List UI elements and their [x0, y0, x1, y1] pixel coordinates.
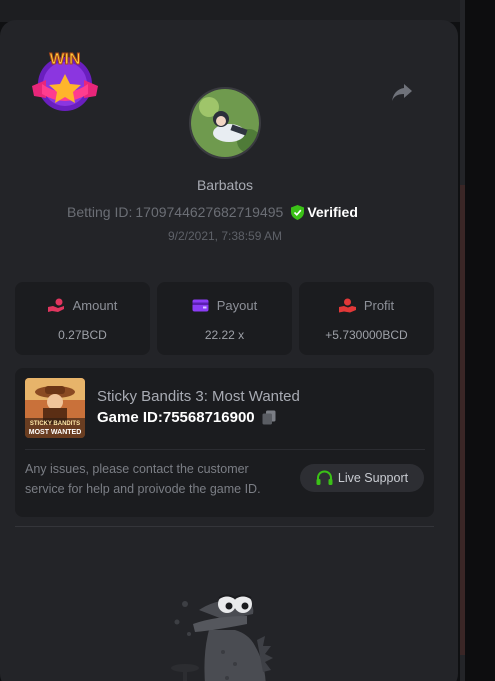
win-badge-icon: WIN [32, 51, 98, 111]
profit-stat: Profit +5.730000BCD [299, 282, 434, 355]
betting-id-row: Betting ID: 1709744627682719495 Verified [67, 203, 358, 221]
game-thumbnail[interactable]: STICKY BANDITS MOST WANTED [25, 378, 85, 438]
payout-label: Payout [216, 298, 258, 313]
username: Barbatos [196, 177, 254, 193]
profit-stat-header: Profit [299, 298, 434, 313]
profit-value: +5.730000BCD [325, 328, 408, 342]
game-id-value: 75568716900 [162, 409, 255, 426]
profit-hand-icon [338, 298, 356, 313]
verified-label: Verified [307, 204, 358, 220]
payout-value: 22.22 x [204, 328, 245, 342]
game-title[interactable]: Sticky Bandits 3: Most Wanted [97, 388, 300, 405]
bet-detail-panel: WIN Barbatos Betting ID: 170974462768271… [0, 20, 458, 681]
svg-text:MOST WANTED: MOST WANTED [29, 429, 82, 436]
section-divider [15, 526, 434, 527]
svg-text:STICKY BANDITS: STICKY BANDITS [30, 421, 80, 427]
game-id-row: Game ID: 75568716900 [97, 409, 276, 426]
payout-stat-header: Payout [157, 298, 292, 313]
wallet-icon [192, 299, 209, 312]
card-divider [25, 449, 425, 450]
payout-stat: Payout 22.22 x [157, 282, 292, 355]
support-message: Any issues, please contact the customer … [25, 462, 261, 496]
svg-text:WIN: WIN [49, 51, 80, 68]
game-id-label: Game ID: [97, 409, 163, 426]
top-bar [0, 0, 495, 22]
share-icon[interactable] [390, 80, 414, 104]
profit-label: Profit [363, 298, 395, 313]
live-support-label: Live Support [337, 471, 409, 485]
edge-bar-accent [460, 185, 465, 655]
live-support-button[interactable]: Live Support [300, 464, 424, 492]
verified-shield-icon [291, 204, 305, 220]
copy-icon[interactable] [262, 410, 276, 425]
amount-stat-header: Amount [15, 298, 150, 313]
amount-value: 0.27BCD [58, 328, 107, 342]
amount-stat: Amount 0.27BCD [15, 282, 150, 355]
background-edge [460, 0, 495, 681]
coins-hand-icon [47, 298, 64, 312]
crocodile-mascot-icon [171, 594, 273, 681]
betting-id-label: Betting ID: [67, 204, 133, 220]
game-card: STICKY BANDITS MOST WANTED Sticky Bandit… [15, 368, 434, 517]
avatar [189, 87, 261, 159]
bet-timestamp: 9/2/2021, 7:38:59 AM [167, 229, 283, 243]
headset-icon [316, 470, 333, 485]
betting-id-value: 1709744627682719495 [135, 204, 284, 220]
amount-label: Amount [72, 298, 118, 313]
